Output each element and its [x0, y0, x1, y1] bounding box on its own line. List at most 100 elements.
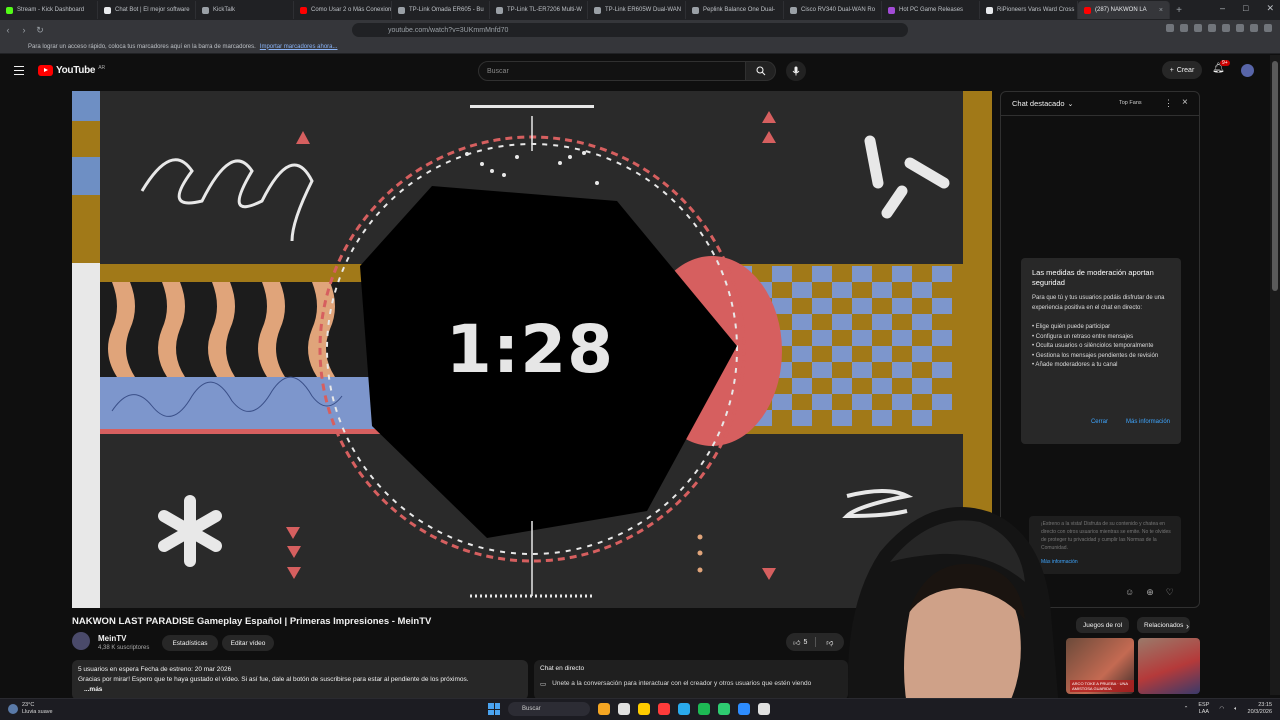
search-placeholder: Buscar — [487, 67, 509, 75]
chevron-down-icon[interactable]: ⌄ — [1068, 100, 1074, 108]
reload-button[interactable]: ↻ — [32, 25, 48, 36]
browser-tab[interactable]: Stream - Kick Dashboard — [0, 1, 98, 19]
tab-favicon-icon — [300, 6, 307, 14]
profile-icon[interactable] — [1250, 24, 1258, 32]
moderation-title: Las medidas de moderación aportan seguri… — [1032, 268, 1154, 287]
browser-tab[interactable]: Peplink Balance One Dual- — [686, 1, 784, 19]
wifi-icon[interactable]: ◠ — [1219, 706, 1224, 712]
top-fans-button[interactable]: Top Fans — [1119, 100, 1142, 106]
tab-title: Stream - Kick Dashboard — [17, 7, 85, 13]
browser-tab[interactable]: TP-Link ER605W Dual-WAN — [588, 1, 686, 19]
new-tab-button[interactable]: + — [1170, 5, 1188, 16]
moderation-item: • Añade moderadores a tu canal — [1032, 362, 1118, 368]
browser-tab[interactable]: TP-Link Omada ER605 - Bu — [392, 1, 490, 19]
windows-start-icon[interactable] — [488, 703, 500, 715]
close-card-button[interactable]: Cerrar — [1091, 418, 1108, 428]
close-window-button[interactable]: ✕ — [1266, 3, 1274, 14]
description-box[interactable]: 5 usuarios en espera Fecha de estreno: 2… — [72, 660, 528, 700]
url-field[interactable]: youtube.com/watch?v=3UKmmMnfd70 — [352, 23, 908, 37]
mic-button[interactable] — [786, 61, 806, 81]
chevron-up-icon[interactable]: ⌃ — [1184, 706, 1189, 712]
channel-name[interactable]: MeinTV — [98, 634, 126, 643]
back-button[interactable]: ‹ — [0, 25, 16, 35]
taskbar-app-icon[interactable] — [698, 703, 710, 715]
tab-close-icon[interactable]: × — [1159, 7, 1163, 14]
live-chat-title: Chat en directo — [540, 665, 585, 672]
menu-icon[interactable] — [14, 66, 24, 75]
clock[interactable]: 23:15 20/3/2026 — [1248, 702, 1272, 716]
scrollbar-thumb[interactable] — [1272, 61, 1278, 291]
browser-tab[interactable]: Chat Bot | El mejor software — [98, 1, 196, 19]
recommended-thumbnail[interactable]: ARCO TOKE A PRUEBA · UNA AMISTOSA GUARID… — [1066, 638, 1134, 694]
browser-tab[interactable]: Cisco RV340 Dual-WAN Ro — [784, 1, 882, 19]
volume-icon[interactable]: 🔈︎ — [1234, 706, 1237, 713]
notifications-button[interactable]: 🔔︎ 9+ — [1212, 60, 1230, 74]
extension-icon[interactable] — [1208, 24, 1216, 32]
channel-avatar[interactable] — [72, 632, 90, 650]
search-input[interactable]: Buscar — [478, 61, 746, 81]
maximize-button[interactable]: □ — [1243, 3, 1248, 14]
webcam-overlay — [848, 507, 1060, 720]
filter-chips: Juegos de rol Relacionados — [1076, 617, 1191, 633]
taskbar-search[interactable]: Buscar — [508, 702, 590, 716]
create-button[interactable]: + Crear — [1162, 61, 1202, 79]
browser-tab[interactable]: RiPioneers Vans Ward Cross — [980, 1, 1078, 19]
show-more-link[interactable]: ...más — [78, 685, 522, 695]
account-avatar[interactable] — [1241, 64, 1254, 77]
extension-icon[interactable] — [1236, 24, 1244, 32]
chevron-right-icon[interactable]: › — [1186, 621, 1189, 631]
edit-video-button[interactable]: Editar vídeo — [222, 635, 274, 651]
more-options-icon[interactable]: ⋮ — [1164, 98, 1173, 109]
taskbar-app-icon[interactable] — [598, 703, 610, 715]
tab-favicon-icon — [202, 6, 209, 14]
browser-tab[interactable]: Como Usar 2 o Más Conexiones — [294, 1, 392, 19]
moderation-intro: Para que tú y tus usuarios podáis disfru… — [1032, 295, 1165, 311]
browser-tab[interactable]: TP-Link TL-ER7206 Multi-W — [490, 1, 588, 19]
minimize-button[interactable]: – — [1220, 3, 1225, 14]
windows-taskbar: 23°C Lluvia suave Buscar ⌃ ESP LAA ◠ 🔈︎ … — [0, 698, 1280, 720]
import-bookmarks-link[interactable]: Importar marcadores ahora... — [260, 44, 338, 50]
chip-roleplay[interactable]: Juegos de rol — [1076, 617, 1130, 633]
taskbar-app-icon[interactable] — [618, 703, 630, 715]
page-scrollbar[interactable] — [1270, 55, 1280, 695]
extension-icon[interactable] — [1180, 24, 1188, 32]
extension-icon[interactable] — [1222, 24, 1230, 32]
extension-icon[interactable] — [1166, 24, 1174, 32]
extension-icon[interactable] — [1194, 24, 1202, 32]
tab-title: Como Usar 2 o Más Conexiones — [311, 7, 392, 13]
search-button[interactable] — [746, 61, 776, 81]
weather-widget[interactable]: 23°C Lluvia suave — [8, 702, 53, 716]
heart-icon[interactable]: ♡ — [1166, 587, 1174, 598]
taskbar-app-icon[interactable] — [678, 703, 690, 715]
browser-tab[interactable]: KickTalk — [196, 1, 294, 19]
add-icon[interactable]: ⊕ — [1146, 587, 1154, 598]
tab-title: TP-Link ER605W Dual-WAN — [605, 7, 682, 13]
chip-related[interactable]: Relacionados — [1137, 617, 1191, 633]
emoji-icon[interactable]: ☺ — [1125, 587, 1134, 598]
tab-active[interactable]: (287) NAKWON LA × — [1078, 1, 1170, 19]
live-chat-row[interactable]: ▭ Únete a la conversación para interactu… — [540, 680, 842, 688]
chat-mode-dropdown[interactable]: Chat destacado — [1012, 99, 1065, 108]
browser-tab[interactable]: Hot PC Game Releases — [882, 1, 980, 19]
taskbar-app-icon[interactable] — [758, 703, 770, 715]
youtube-header: YouTube AR Buscar + Crear 🔔︎ 9+ — [0, 55, 1270, 87]
taskbar-app-icon[interactable] — [658, 703, 670, 715]
bookmark-hint: Para lograr un acceso rápido, coloca tus… — [28, 43, 256, 50]
more-info-button[interactable]: Más información — [1126, 418, 1170, 428]
live-chat-prompt: Chat en directo ▭ Únete a la conversació… — [534, 660, 848, 700]
tab-title: KickTalk — [213, 7, 236, 13]
window-controls: – □ ✕ — [1220, 3, 1274, 14]
taskbar-app-icon[interactable] — [638, 703, 650, 715]
taskbar-app-icon[interactable] — [718, 703, 730, 715]
clock-time: 23:15 — [1258, 702, 1272, 708]
taskbar-app-icon[interactable] — [738, 703, 750, 715]
close-chat-icon[interactable]: × — [1182, 97, 1188, 108]
recommended-thumbnail[interactable] — [1138, 638, 1200, 694]
stats-button[interactable]: Estadísticas — [162, 635, 218, 651]
premiere-more-info-link[interactable]: Más información — [1041, 558, 1175, 566]
youtube-logo[interactable]: YouTube AR — [38, 65, 105, 76]
menu-dots-icon[interactable] — [1264, 24, 1272, 32]
language-indicator[interactable]: ESP LAA — [1198, 702, 1209, 716]
forward-button[interactable]: › — [16, 25, 32, 35]
like-button[interactable]: 👍︎ 5 — [786, 638, 815, 647]
